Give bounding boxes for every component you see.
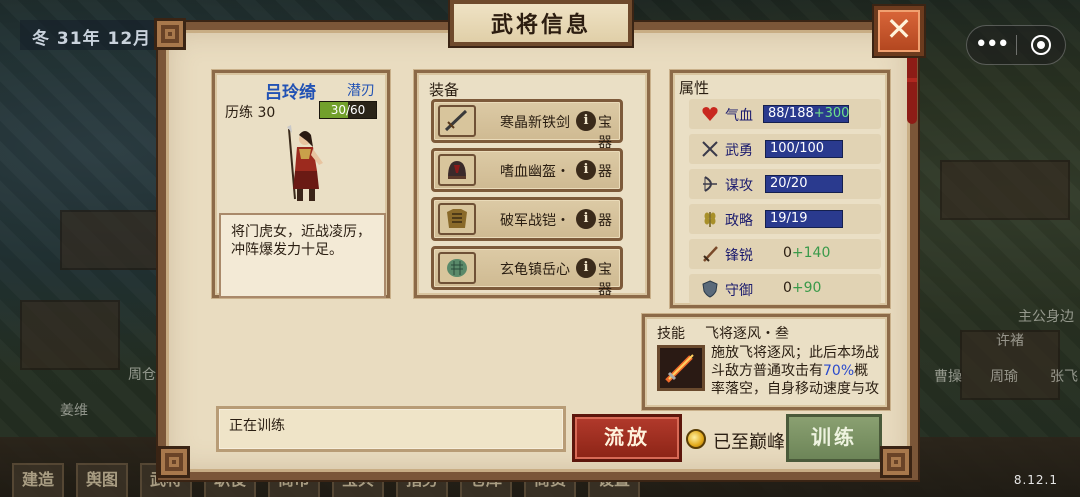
tassel-ornament <box>907 58 917 124</box>
jade-icon <box>438 252 476 284</box>
attribute-label: 政略 <box>725 213 753 229</box>
equipment-name: 破军战铠・ <box>500 213 570 229</box>
general-name: 吕玲绮 <box>265 83 316 103</box>
armor-icon <box>438 203 476 235</box>
attribute-row-sharpness: 锋锐 0+140 <box>689 239 881 269</box>
training-status: 正在训练 <box>216 406 566 452</box>
attribute-row-strategy: 谋攻 20/20 <box>689 169 881 199</box>
attribute-value: 0+140 <box>783 245 831 261</box>
heart-icon <box>702 107 718 121</box>
corner-ornament <box>154 18 186 50</box>
nav-tab-build[interactable]: 建造 <box>12 463 64 497</box>
map-label: 周仓 <box>128 367 156 383</box>
blade-icon <box>703 246 718 262</box>
attribute-label: 气血 <box>725 108 753 124</box>
info-icon[interactable]: i <box>576 160 596 180</box>
skill-panel: 技能 飞将逐风・叁 施放飞将逐风；此后本场战斗敌方普通攻击有70%概率落空，自身… <box>642 314 890 410</box>
equipment-panel: 装备 寒晶新铁剑 i 宝器 嗜血幽盔・ i 器 破军战铠・ i 器 玄龟镇岳心 … <box>414 70 650 298</box>
attribute-value-bar: 88/188+300 <box>763 105 849 123</box>
sword-icon <box>438 105 476 137</box>
equipment-tag: 宝器 <box>598 262 612 298</box>
attribute-value-bar: 20/20 <box>765 175 843 193</box>
attribute-row-health: 气血 88/188+300 <box>689 99 881 129</box>
map-label: 主公身边 <box>1018 309 1074 325</box>
corner-ornament <box>880 446 912 478</box>
coin-icon <box>686 429 706 449</box>
equipment-tag: 器 <box>598 213 612 229</box>
attribute-row-valor: 武勇 100/100 <box>689 134 881 164</box>
equipment-name: 寒晶新铁剑 <box>500 115 570 131</box>
experience-value: 30/60 <box>330 103 366 117</box>
general-portrait <box>287 125 323 201</box>
attributes-title: 属性 <box>679 79 710 97</box>
info-icon[interactable]: i <box>576 209 596 229</box>
general-panel: 吕玲绮 潜刃 历练 30 30/60 将门虎女，近战凌厉，冲阵爆发力十足。 <box>212 70 390 298</box>
skill-description: 施放飞将逐风；此后本场战斗敌方普通攻击有70%概率落空，自身移动速度与攻击速度各… <box>711 345 879 397</box>
map-label: 许褚 <box>996 333 1024 349</box>
shield-icon <box>702 280 718 298</box>
miniprogram-capsule: ••• <box>966 25 1066 65</box>
map-label: 张飞 <box>1050 369 1078 385</box>
train-button[interactable]: 训练 <box>786 414 882 462</box>
attribute-label: 守御 <box>725 283 753 299</box>
equipment-slot-weapon[interactable]: 寒晶新铁剑 i 宝器 <box>431 99 623 151</box>
exit-miniprogram-button[interactable] <box>1016 35 1065 55</box>
attribute-label: 武勇 <box>725 143 753 159</box>
close-button[interactable]: ✕ <box>874 6 924 56</box>
equipment-slot-helmet[interactable]: 嗜血幽盔・ i 器 <box>431 148 623 192</box>
attribute-row-defense: 守御 0+90 <box>689 274 881 304</box>
dialog-title: 武将信息 <box>450 0 632 46</box>
equipment-slot-treasure[interactable]: 玄龟镇岳心 i 宝器 <box>431 246 623 298</box>
attributes-panel: 属性 气血 88/188+300 武勇 100/100 谋攻 20/20 政略 … <box>670 70 890 308</box>
skill-heading: 技能 <box>657 326 685 342</box>
info-icon[interactable]: i <box>576 111 596 131</box>
equipment-name: 玄龟镇岳心 <box>500 262 570 278</box>
flaming-sword-icon[interactable] <box>657 345 705 391</box>
map-label: 曹操 <box>934 369 962 385</box>
equipment-slot-armor[interactable]: 破军战铠・ i 器 <box>431 197 623 241</box>
more-menu-button[interactable]: ••• <box>967 28 1016 62</box>
wheat-icon <box>704 212 716 227</box>
map-label: 姜维 <box>60 403 88 419</box>
crossed-swords-icon <box>702 141 718 157</box>
bow-icon <box>703 176 717 192</box>
corner-ornament <box>158 446 190 478</box>
equipment-title: 装备 <box>429 81 460 99</box>
version-label: 8.12.1 <box>1013 473 1058 487</box>
attribute-row-politics: 政略 19/19 <box>689 204 881 234</box>
general-class: 潜刃 <box>347 83 375 99</box>
experience-label: 历练 30 <box>225 105 276 121</box>
info-icon[interactable]: i <box>576 258 596 278</box>
equipment-tag: 器 <box>598 164 612 180</box>
attribute-label: 锋锐 <box>725 248 753 264</box>
equipment-name: 嗜血幽盔・ <box>500 164 570 180</box>
equipment-tag: 宝器 <box>598 115 612 151</box>
general-bio: 将门虎女，近战凌厉，冲阵爆发力十足。 <box>219 213 386 298</box>
attribute-value-bar: 100/100 <box>765 140 843 158</box>
game-date: 冬 31年 12月 <box>20 20 170 50</box>
attribute-value: 0+90 <box>783 280 822 296</box>
target-icon <box>1030 35 1051 55</box>
experience-bar: 30/60 <box>319 101 377 119</box>
peak-status-label: 已至巅峰 <box>713 432 785 453</box>
nav-tab-map[interactable]: 舆图 <box>76 463 128 497</box>
attribute-label: 谋攻 <box>725 178 753 194</box>
map-label: 周瑜 <box>990 369 1018 385</box>
attribute-value-bar: 19/19 <box>765 210 843 228</box>
skill-name: 飞将逐风・叁 <box>705 326 789 342</box>
helmet-icon <box>438 154 476 186</box>
release-button[interactable]: 流放 <box>572 414 682 462</box>
